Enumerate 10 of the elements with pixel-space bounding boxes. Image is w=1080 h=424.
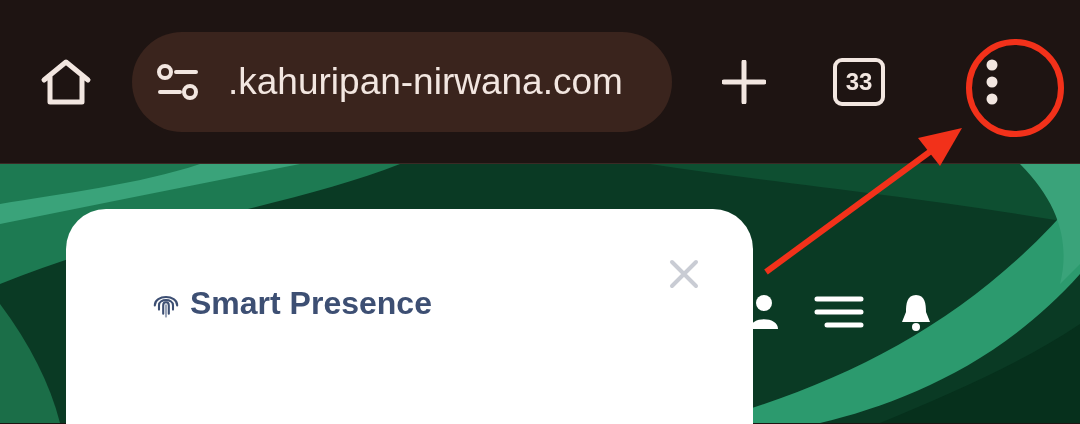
site-settings-icon[interactable] [156, 63, 200, 100]
menu-icon[interactable] [813, 295, 865, 329]
tab-count-button[interactable]: 33 [833, 57, 885, 106]
address-bar[interactable]: .kahuripan-nirwana.com [132, 31, 672, 132]
more-menu-icon[interactable] [985, 58, 999, 105]
bell-icon[interactable] [899, 292, 933, 332]
url-text: .kahuripan-nirwana.com [228, 60, 623, 103]
new-tab-icon[interactable] [722, 59, 766, 104]
home-icon[interactable] [40, 57, 92, 106]
app-title: Smart Presence [190, 285, 432, 322]
